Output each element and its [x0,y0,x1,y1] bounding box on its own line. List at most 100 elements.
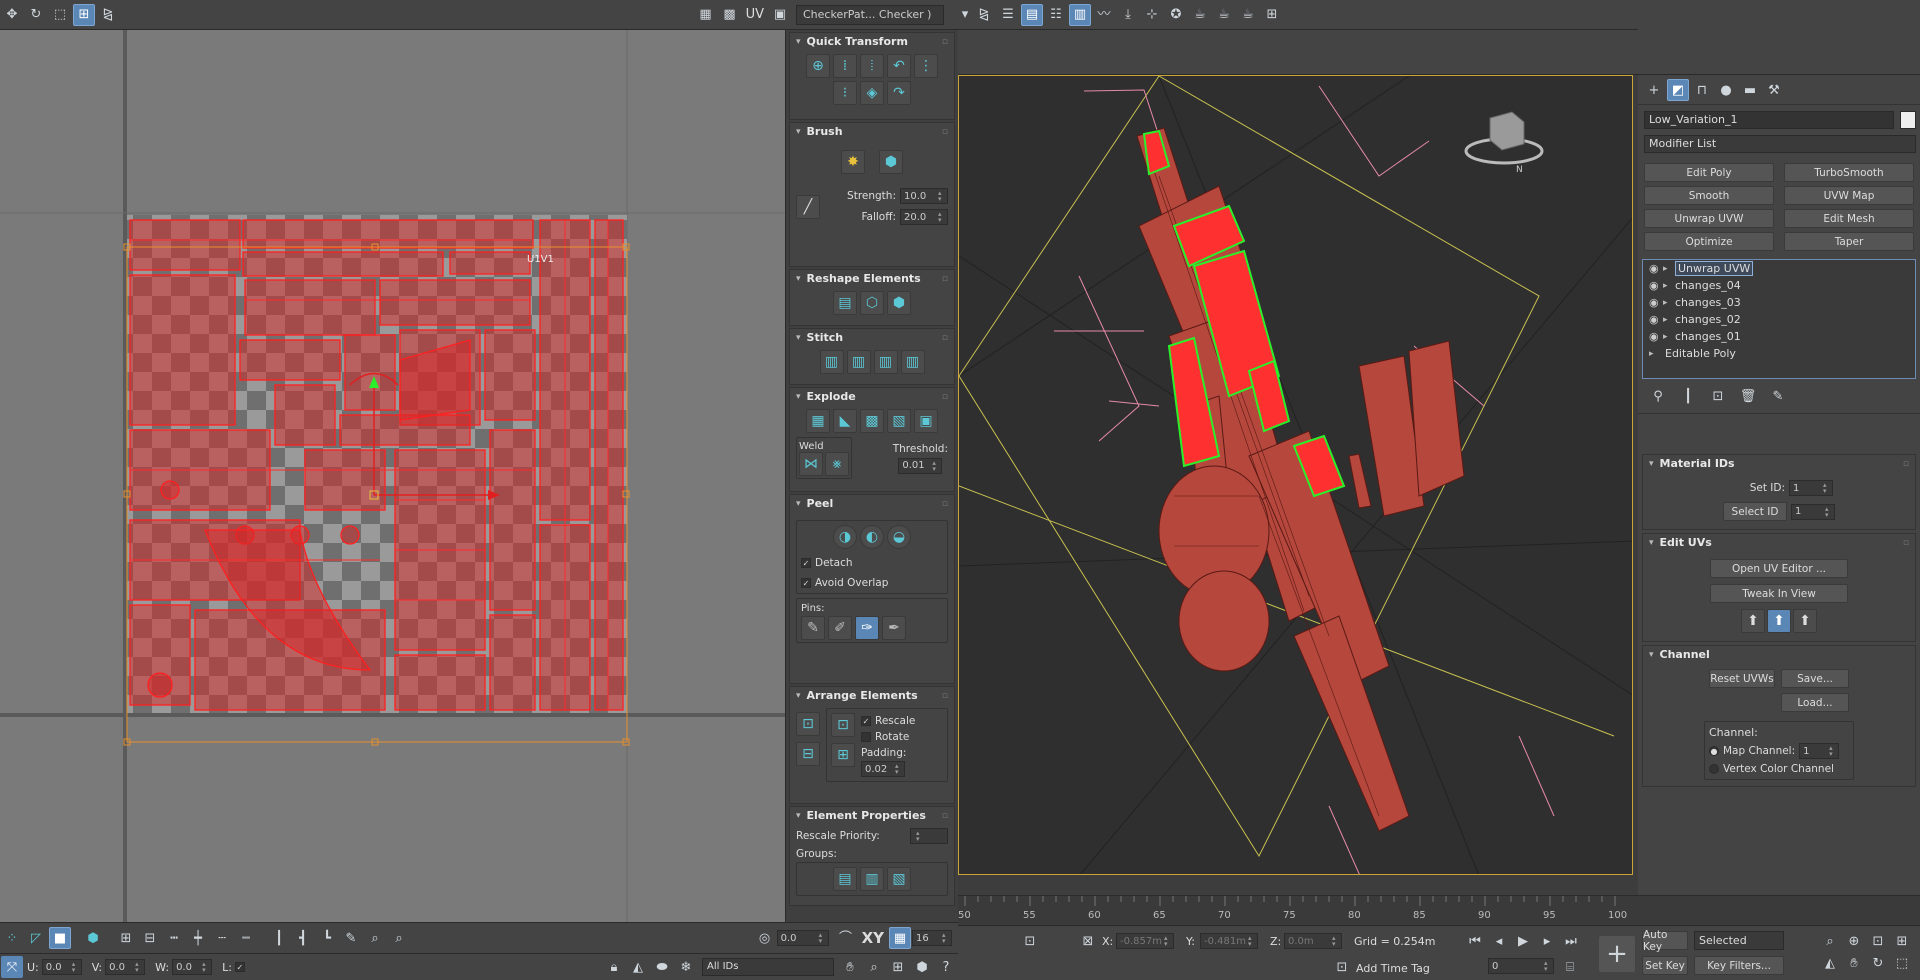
extra-grid-icon[interactable]: ⊞ [1261,4,1283,26]
orbit-icon[interactable]: ↻ [1867,952,1889,974]
explode-all-icon[interactable]: ▣ [914,409,938,433]
pin-stack-icon[interactable]: ⚲ [1647,385,1669,407]
layer-explorer-icon[interactable]: ☷ [1045,4,1067,26]
current-frame[interactable]: 0 [1488,958,1554,974]
group-remove-icon[interactable]: ▧ [887,867,911,891]
stack-item-changes-03[interactable]: ◉ ▸ changes_03 [1643,294,1915,311]
select-vertex-icon[interactable]: ⬆ [1741,609,1765,633]
stitch-custom-icon[interactable]: ▥ [900,350,925,374]
align-horizontal-icon[interactable]: ⁞ [833,54,857,78]
schematic-view-icon[interactable]: ⊹ [1141,4,1163,26]
create-tab-icon[interactable]: + [1643,79,1665,101]
group-add-icon[interactable]: ▥ [860,867,884,891]
ribbon-icon[interactable]: ▥ [1069,3,1091,26]
perspective-viewport[interactable]: N [958,75,1633,875]
timeline-track[interactable]: 50 55 60 65 70 75 80 85 90 95 100 [958,895,1638,925]
space-horizontal-icon[interactable]: ⁝ [833,81,857,105]
render-icon[interactable]: ☕︎ [1237,4,1259,26]
quick-transform-header[interactable]: Quick Transform▫ [790,33,954,50]
falloff-value-spinner[interactable]: 0.0 [776,930,829,946]
select-pins-icon[interactable]: ✒ [882,616,906,640]
w-spinner[interactable]: 0.0 [172,959,213,975]
unpin-icon[interactable]: ✐ [828,616,852,640]
falloff-curve-icon[interactable]: ╱ [796,194,820,219]
paint-brush-icon[interactable]: ✸ [841,150,865,174]
set-key-big-icon[interactable]: + [1599,936,1635,972]
eye-icon[interactable]: ◉ [1649,330,1663,343]
scene-explorer-icon[interactable]: ▤ [1021,3,1043,26]
align-icon[interactable]: ⊕ [806,54,830,78]
render-frame-icon[interactable]: ☕︎ [1213,4,1235,26]
peel-mode-icon[interactable]: ◐ [860,525,884,549]
lock-checkbox[interactable]: ✓ [234,962,245,972]
hide-icon[interactable]: ◭ [627,956,649,978]
lasso-icon[interactable]: ⌕ [364,927,386,949]
stack-item-changes-02[interactable]: ◉ ▸ changes_02 [1643,311,1915,328]
time-config-icon[interactable]: ⌸ [1559,956,1581,978]
key-filters-button[interactable]: Key Filters... [1694,956,1784,975]
utilities-tab-icon[interactable]: ⚒ [1763,79,1785,101]
stack-item-changes-01[interactable]: ◉ ▸ changes_01 [1643,328,1915,345]
align-tool-icon[interactable]: ☰ [997,4,1019,26]
y-coord[interactable]: -0.481m [1200,933,1258,949]
edit-mesh-button[interactable]: Edit Mesh [1784,209,1914,228]
eye-icon[interactable]: ◉ [1649,313,1663,326]
render-setup-icon[interactable]: ☕︎ [1189,4,1211,26]
optimize-button[interactable]: Optimize [1644,232,1774,251]
add-time-tag[interactable]: Add Time Tag [1356,962,1430,975]
paint-shrink-icon[interactable]: ┗ [316,927,338,949]
save-uvws-button[interactable]: Save... [1781,669,1849,688]
straighten-icon[interactable]: ▤ [833,291,857,315]
make-unique-icon[interactable]: ⊡ [1707,385,1729,407]
material-editor-icon[interactable]: ✪ [1165,4,1187,26]
quick-peel-icon[interactable]: ◑ [833,525,857,549]
checker-dropdown[interactable]: CheckerPat... Checker ) [796,4,944,25]
group-select-icon[interactable]: ▤ [833,867,857,891]
u-spinner[interactable]: 0.0 [41,959,82,975]
expand-icon[interactable]: ▸ [1649,349,1661,359]
set-id-spinner[interactable]: 1 [1789,480,1833,496]
falloff-type-icon[interactable]: ⌒ [835,927,857,949]
go-to-start-icon[interactable]: ⏮︎ [1464,930,1486,952]
rescale-priority-spinner[interactable] [910,828,948,844]
align-vertical-icon[interactable]: ⦙ [860,54,884,78]
break-icon[interactable]: ▦ [806,409,830,433]
next-frame-icon[interactable]: ▸ [1536,930,1558,952]
pan-icon[interactable]: ✋︎ [839,956,861,978]
select-face-icon[interactable]: ⬆ [1793,609,1817,633]
select-edge-icon[interactable]: ⬆ [1767,609,1791,633]
stack-item-editable-poly[interactable]: ▸ Editable Poly [1643,345,1915,362]
grid-display-icon[interactable]: ▣ [769,4,791,26]
show-map-icon[interactable]: ▩ [719,4,741,26]
detach-checkbox[interactable]: ✓ [801,558,811,568]
dope-sheet-icon[interactable]: ⤓ [1117,4,1139,26]
expand-icon[interactable]: ▸ [1663,315,1675,325]
explode-header[interactable]: Explode▫ [790,388,954,405]
hierarchy-tab-icon[interactable]: ⊓ [1691,79,1713,101]
shrink-selection-icon[interactable]: ⊟ [139,927,161,949]
zoom-region-icon[interactable]: ⊞ [887,956,909,978]
freeze-icon[interactable]: ⬬ [651,956,673,978]
flatten-icon[interactable]: ▩ [860,409,884,433]
paint-grow-icon[interactable]: ┫ [292,927,314,949]
select-id-button[interactable]: Select ID [1723,502,1787,521]
zoom-extents-icon[interactable]: ⬢ [911,956,933,978]
detach-edge-icon[interactable]: ◣ [833,409,857,433]
ids-dropdown[interactable]: All IDs [702,958,834,976]
unwrap-uvw-button[interactable]: Unwrap UVW [1644,209,1774,228]
pack-normalize-icon[interactable]: ⊡ [796,712,820,736]
vertex-color-radio[interactable] [1709,764,1719,774]
ring-icon[interactable]: ┄ [211,927,233,949]
lock-icon[interactable]: 🔒︎ [603,956,625,978]
expand-icon[interactable]: ▸ [1663,298,1675,308]
maximize-viewport-icon[interactable]: ⬚ [1891,952,1913,974]
help-icon[interactable]: ? [935,956,957,978]
dropdown-arrow-icon[interactable]: ▾ [959,4,971,26]
load-uvws-button[interactable]: Load... [1781,693,1849,712]
peel-reset-icon[interactable]: ◒ [887,525,911,549]
auto-pin-icon[interactable]: ✑ [855,616,879,640]
rotate-icon[interactable]: ↻ [25,4,47,26]
stack-item-changes-04[interactable]: ◉ ▸ changes_04 [1643,277,1915,294]
configure-sets-icon[interactable]: ✎ [1767,385,1789,407]
eye-icon[interactable]: ◉ [1649,279,1663,292]
